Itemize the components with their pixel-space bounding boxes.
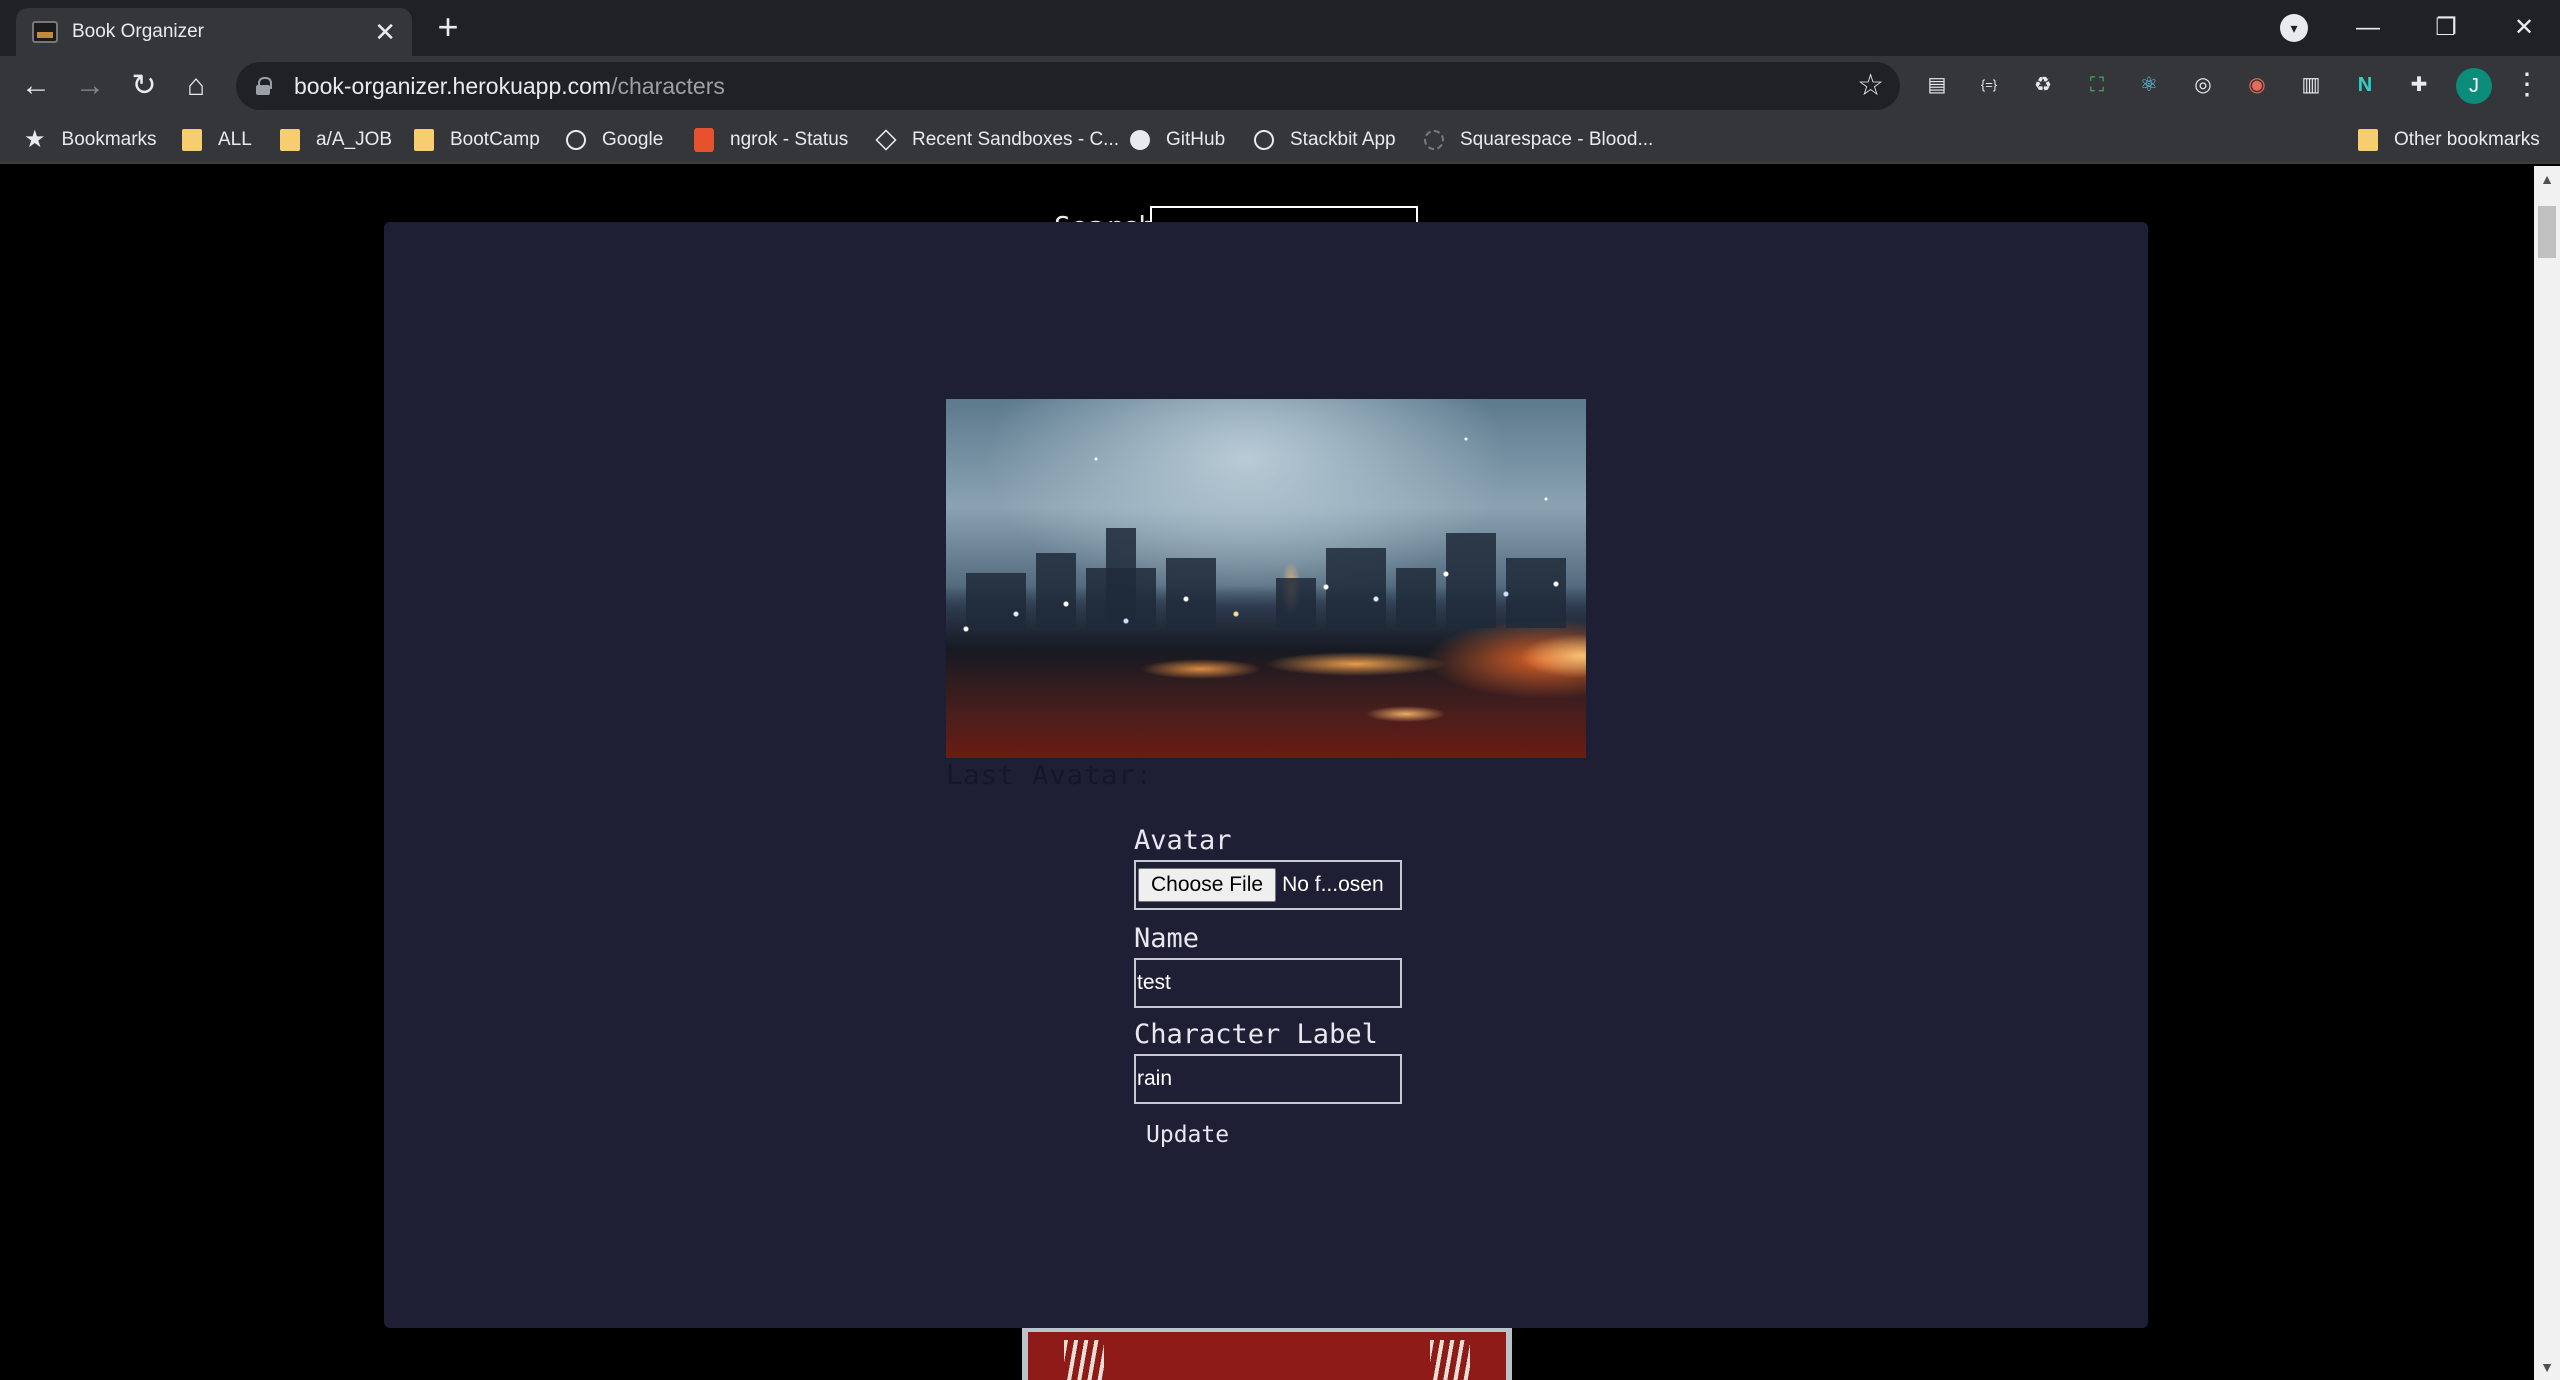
- bookmark-star-icon[interactable]: ☆: [1857, 68, 1884, 104]
- tab-search-icon[interactable]: ▾: [2280, 14, 2308, 42]
- avatar-preview-image: [946, 399, 1586, 758]
- avatar-label: Avatar: [1134, 825, 1232, 856]
- react-devtools-icon[interactable]: ⚛: [2134, 70, 2164, 100]
- bookmark-aa-job[interactable]: a/A_JOB: [280, 116, 392, 164]
- update-button[interactable]: Update: [1146, 1122, 1229, 1148]
- page-scrollbar[interactable]: ▲ ▼: [2534, 166, 2560, 1380]
- minimize-button[interactable]: —: [2340, 8, 2396, 48]
- character-label-label: Character Label: [1134, 1019, 1378, 1050]
- github-icon: [1130, 130, 1150, 150]
- bookmarks-bar: ★ Bookmarks ALL a/A_JOB BootCamp Google n…: [0, 116, 2560, 164]
- target-extension-icon[interactable]: ◎: [2188, 70, 2218, 100]
- back-button[interactable]: ←: [16, 66, 56, 106]
- character-card-thumbnail[interactable]: [1022, 1326, 1512, 1380]
- bookmark-bookmarks[interactable]: ★ Bookmarks: [24, 116, 157, 164]
- home-button[interactable]: ⌂: [176, 66, 216, 106]
- city-lights: [946, 399, 1586, 758]
- page-viewport: Search: Last Avatar: Avatar Choose Fil: [0, 166, 2534, 1380]
- barcode-extension-icon[interactable]: ▥: [2296, 70, 2326, 100]
- new-tab-button[interactable]: +: [428, 9, 468, 46]
- codesandbox-icon: [875, 129, 897, 151]
- choose-file-button[interactable]: Choose File: [1138, 868, 1277, 902]
- bookmark-bootcamp[interactable]: BootCamp: [414, 116, 540, 164]
- folder-icon: [414, 129, 434, 151]
- browser-toolbar: ← → ↻ ⌂ book-organizer.herokuapp.com/cha…: [0, 56, 2560, 116]
- lock-icon[interactable]: [256, 77, 272, 95]
- globe-icon: [1254, 130, 1274, 150]
- folder-icon: [2358, 129, 2378, 151]
- address-bar[interactable]: book-organizer.herokuapp.com/characters …: [236, 62, 1900, 110]
- squarespace-icon: [1424, 130, 1444, 150]
- bookmark-github[interactable]: GitHub: [1130, 116, 1225, 164]
- folder-icon: [280, 129, 300, 151]
- tab-title: Book Organizer: [72, 21, 205, 42]
- netlify-extension-icon[interactable]: N: [2350, 70, 2380, 100]
- last-avatar-label: Last Avatar:: [946, 760, 1154, 791]
- screenshot-extension-icon[interactable]: ⛶: [2082, 70, 2112, 100]
- scroll-down-arrow-icon[interactable]: ▼: [2534, 1354, 2560, 1380]
- name-input[interactable]: [1134, 958, 1402, 1008]
- edit-character-modal: Last Avatar: Avatar Choose File No f...o…: [384, 222, 2148, 1328]
- bookmark-google[interactable]: Google: [566, 116, 663, 164]
- cast-extension-icon[interactable]: ▤: [1922, 70, 1952, 100]
- bookmark-ngrok[interactable]: ngrok - Status: [694, 116, 848, 164]
- scrollbar-thumb[interactable]: [2538, 206, 2556, 258]
- bookmark-codesandbox[interactable]: Recent Sandboxes - C...: [875, 116, 1119, 164]
- scroll-up-arrow-icon[interactable]: ▲: [2534, 166, 2560, 192]
- name-label: Name: [1134, 923, 1200, 954]
- other-bookmarks[interactable]: Other bookmarks: [2358, 116, 2540, 164]
- colorzilla-extension-icon[interactable]: ◉: [2242, 70, 2272, 100]
- avatar-file-input[interactable]: Choose File No f...osen: [1134, 860, 1402, 910]
- extensions-puzzle-icon[interactable]: ✚: [2404, 70, 2434, 100]
- star-icon: ★: [24, 126, 46, 153]
- profile-avatar[interactable]: J: [2456, 68, 2492, 104]
- close-window-button[interactable]: ✕: [2496, 8, 2552, 48]
- recycle-extension-icon[interactable]: ♻: [2028, 70, 2058, 100]
- tab-book-organizer[interactable]: Book Organizer ✕: [16, 8, 412, 56]
- url-path: /characters: [611, 72, 725, 99]
- chrome-menu-icon[interactable]: ⋮: [2512, 68, 2542, 104]
- bookmark-all[interactable]: ALL: [182, 116, 252, 164]
- bookmark-squarespace[interactable]: Squarespace - Blood...: [1424, 116, 1653, 164]
- character-label-input[interactable]: [1134, 1054, 1402, 1104]
- file-name-text: No f...osen: [1282, 873, 1384, 896]
- book-favicon-icon: [32, 21, 58, 43]
- reload-button[interactable]: ↻: [124, 66, 164, 106]
- globe-icon: [566, 130, 586, 150]
- character-edit-form: Avatar Choose File No f...osen Name Char…: [1134, 822, 1434, 1148]
- tab-strip: Book Organizer ✕ + ▾ — ❐ ✕: [0, 0, 2560, 56]
- close-tab-icon[interactable]: ✕: [374, 19, 396, 45]
- url-host: book-organizer.herokuapp.com: [294, 72, 612, 99]
- bookmark-stackbit[interactable]: Stackbit App: [1254, 116, 1396, 164]
- json-extension-icon[interactable]: {=}: [1974, 70, 2004, 100]
- restore-button[interactable]: ❐: [2418, 8, 2474, 48]
- ngrok-icon: [694, 128, 714, 152]
- forward-button[interactable]: →: [70, 66, 110, 106]
- folder-icon: [182, 129, 202, 151]
